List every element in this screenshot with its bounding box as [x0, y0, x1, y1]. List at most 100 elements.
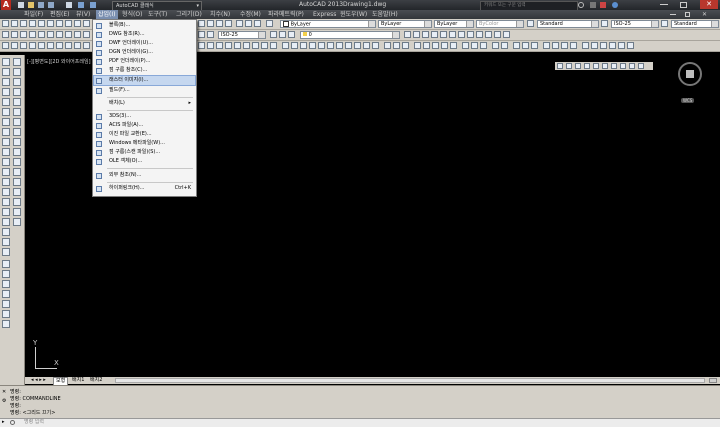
open-file-icon[interactable]: [28, 2, 34, 8]
dim-style-icon[interactable]: [601, 20, 608, 27]
save-icon[interactable]: [20, 20, 27, 27]
osnap-endpoint-icon[interactable]: [11, 42, 18, 49]
linetype-dropdown[interactable]: ByLayer: [378, 19, 432, 28]
layer-state-icon[interactable]: [11, 31, 18, 38]
menu-window[interactable]: 윈도우(W): [340, 10, 367, 19]
menu-item-xref[interactable]: 외부 참조(N)...: [94, 171, 195, 180]
subtract-icon[interactable]: [393, 42, 400, 49]
copy-icon[interactable]: [74, 20, 81, 27]
orbit-nav-icon[interactable]: [2, 260, 10, 268]
osnap-icon[interactable]: [2, 42, 9, 49]
menu-file[interactable]: 파일(F): [24, 10, 43, 19]
distance-icon[interactable]: [543, 42, 550, 49]
mtext-icon[interactable]: [591, 42, 598, 49]
horizontal-scrollbar[interactable]: [115, 378, 705, 383]
plot-icon[interactable]: [66, 2, 72, 8]
minimize-icon[interactable]: [660, 4, 668, 5]
undo-icon[interactable]: [78, 2, 84, 8]
shade-icon[interactable]: [476, 31, 483, 38]
revolve-icon[interactable]: [354, 42, 361, 49]
insert-block-icon[interactable]: [2, 168, 10, 176]
spline-icon[interactable]: [2, 138, 10, 146]
ucs-zaxis-icon[interactable]: [261, 42, 268, 49]
exchange-icon[interactable]: [600, 2, 606, 8]
join-icon[interactable]: [13, 178, 21, 186]
polyline-icon[interactable]: [38, 31, 45, 38]
menubar-minimize-icon[interactable]: [670, 14, 676, 15]
viewport-controls[interactable]: [-][평면도][2D 와이어프레임]: [27, 58, 91, 65]
array-icon[interactable]: [13, 98, 21, 106]
ucs-world-icon[interactable]: [207, 42, 214, 49]
osnap-center-icon[interactable]: [38, 42, 45, 49]
menu-item-hyperlink[interactable]: 하이퍼링크(H)... Ctrl+K: [94, 184, 195, 193]
zoom-extents-icon[interactable]: [2, 290, 10, 298]
ellipse-arc-icon[interactable]: [2, 158, 10, 166]
line-draw-icon[interactable]: [2, 58, 10, 66]
menu-modify[interactable]: 수정(M): [240, 10, 261, 19]
layer-color-dropdown[interactable]: ByLayer: [280, 19, 376, 28]
continuous-orbit-icon[interactable]: [480, 42, 487, 49]
text-icon[interactable]: [582, 42, 589, 49]
tab-nav-arrows[interactable]: ◂ ◂ ▸ ▸: [29, 377, 48, 384]
viewcube-face-icon[interactable]: [686, 70, 694, 78]
save-icon[interactable]: [38, 2, 44, 8]
ucs-3point-icon[interactable]: [270, 42, 277, 49]
pyramid-icon[interactable]: [336, 42, 343, 49]
copy-modify-icon[interactable]: [13, 68, 21, 76]
rectangle-draw-icon[interactable]: [2, 98, 10, 106]
scroll-right-icon[interactable]: [709, 378, 717, 383]
menu-parametric[interactable]: 파라메트릭(P): [268, 10, 304, 19]
view-named-icon[interactable]: [557, 63, 563, 69]
orbit-icon[interactable]: [462, 42, 469, 49]
menu-item-ole[interactable]: OLE 객체(O)...: [94, 157, 195, 166]
cut-icon[interactable]: [65, 20, 72, 27]
menu-view[interactable]: 뷰(V): [76, 10, 90, 19]
lineweight-dropdown[interactable]: ByLayer: [434, 19, 474, 28]
pan-icon[interactable]: [198, 20, 205, 27]
circle-icon[interactable]: [47, 31, 54, 38]
arc-icon[interactable]: [56, 31, 63, 38]
viewcube[interactable]: [678, 62, 702, 86]
design-center-icon[interactable]: [245, 20, 252, 27]
point-icon[interactable]: [2, 188, 10, 196]
construction-line-icon[interactable]: [2, 68, 10, 76]
zoom-realtime-icon[interactable]: [207, 20, 214, 27]
break-icon[interactable]: [13, 168, 21, 176]
wcs-label[interactable]: WCS: [681, 98, 695, 103]
menu-dimension[interactable]: 치수(N): [210, 10, 230, 19]
help-icon[interactable]: [266, 20, 273, 27]
menu-item-binary-exchange[interactable]: 이진 파일 교환(E)...: [94, 130, 195, 139]
union-icon[interactable]: [384, 42, 391, 49]
scale-text-icon[interactable]: [618, 42, 625, 49]
dim-aligned-icon[interactable]: [207, 31, 214, 38]
ucs-icon[interactable]: [198, 42, 205, 49]
make-current-icon[interactable]: [404, 31, 411, 38]
text-style-icon[interactable]: [527, 20, 534, 27]
tool-palettes-icon[interactable]: [254, 20, 261, 27]
osnap-perp-icon[interactable]: [65, 42, 72, 49]
layer-lock-icon[interactable]: [288, 31, 295, 38]
intersect-icon[interactable]: [402, 42, 409, 49]
sphere-icon[interactable]: [291, 42, 298, 49]
osnap-node-icon[interactable]: [83, 42, 90, 49]
plot-icon[interactable]: [29, 20, 36, 27]
table-style-icon[interactable]: [661, 20, 668, 27]
add-selected-icon[interactable]: [2, 248, 10, 256]
properties-icon[interactable]: [236, 20, 243, 27]
qnew-icon[interactable]: [2, 20, 9, 27]
blend-icon[interactable]: [13, 208, 21, 216]
menubar-restore-icon[interactable]: [685, 12, 690, 17]
ucs-object-icon[interactable]: [234, 42, 241, 49]
view-se-icon[interactable]: [629, 63, 635, 69]
layer-properties-icon[interactable]: [2, 31, 9, 38]
cylinder-icon[interactable]: [300, 42, 307, 49]
area-icon[interactable]: [552, 42, 559, 49]
menu-item-block[interactable]: 블록(B)...: [94, 21, 195, 30]
new-file-icon[interactable]: [18, 2, 24, 8]
menu-item-dwf-underlay[interactable]: DWF 언더레이(U)...: [94, 39, 195, 48]
zoom-previous-icon[interactable]: [225, 20, 232, 27]
free-orbit-icon[interactable]: [471, 42, 478, 49]
open-icon[interactable]: [11, 20, 18, 27]
ellipse-icon[interactable]: [2, 148, 10, 156]
zoom-in-icon[interactable]: [2, 300, 10, 308]
